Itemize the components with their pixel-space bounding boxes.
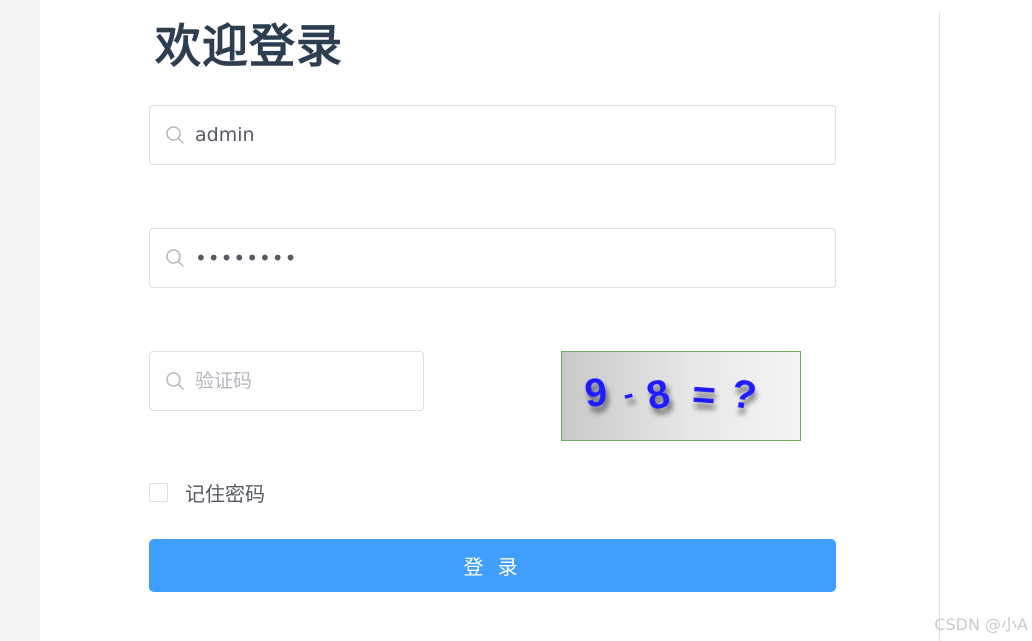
page-title: 欢迎登录: [155, 19, 343, 73]
right-divider-line: [939, 12, 940, 641]
remember-label: 记住密码: [185, 481, 265, 506]
left-background-strip: [0, 0, 40, 641]
search-icon: [166, 249, 184, 267]
password-input[interactable]: [195, 229, 815, 287]
captcha-char: 9: [583, 370, 610, 416]
captcha-image[interactable]: 9 - 8 = ?: [561, 351, 801, 441]
captcha-char: ?: [728, 371, 760, 419]
username-field[interactable]: [149, 105, 836, 165]
search-icon: [166, 126, 184, 144]
remember-password[interactable]: 记住密码: [149, 477, 265, 507]
username-input[interactable]: [195, 106, 815, 164]
login-button[interactable]: 登 录: [149, 539, 836, 592]
password-field[interactable]: [149, 228, 836, 288]
captcha-char: -: [619, 377, 637, 411]
captcha-graphic: 9 - 8 = ?: [583, 370, 760, 419]
captcha-char: =: [691, 372, 717, 418]
remember-checkbox[interactable]: [149, 482, 168, 502]
search-icon: [166, 372, 184, 390]
captcha-input[interactable]: [195, 352, 405, 410]
captcha-field[interactable]: [149, 351, 424, 411]
captcha-char: 8: [643, 371, 674, 419]
watermark: CSDN @小A: [934, 615, 1028, 634]
